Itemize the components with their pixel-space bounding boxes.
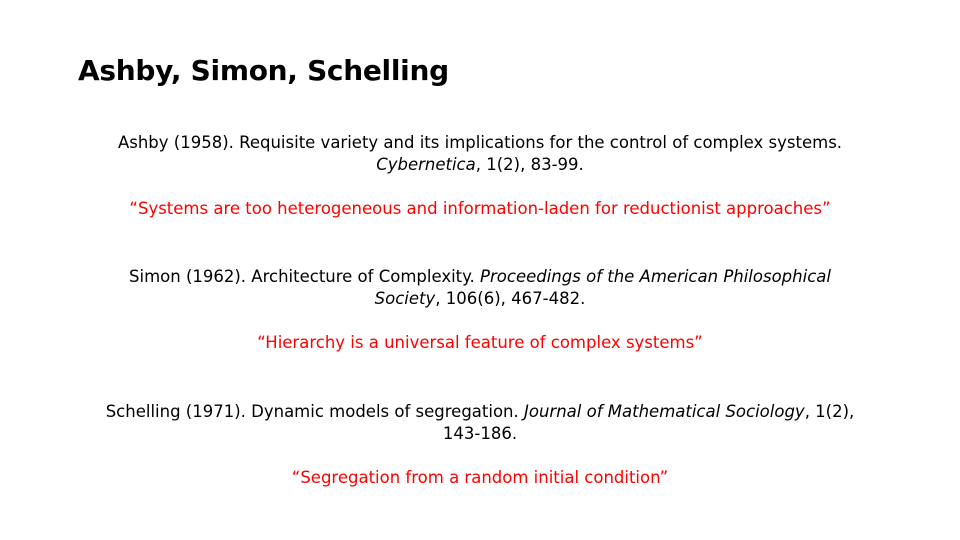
- citation-details: , 1(2), 83-99.: [475, 155, 584, 174]
- quote: “Segregation from a random initial condi…: [291, 468, 669, 487]
- citation-text: Schelling (1971). Dynamic models of segr…: [105, 402, 519, 421]
- citation: Schelling (1971). Dynamic models of segr…: [100, 401, 860, 445]
- quote: “Hierarchy is a universal feature of com…: [257, 333, 703, 352]
- journal-name: Journal of Mathematical Sociology: [524, 402, 805, 421]
- citation: Simon (1962). Architecture of Complexity…: [100, 266, 860, 310]
- slide-title: Ashby, Simon, Schelling: [78, 54, 449, 87]
- reference-ashby: Ashby (1958). Requisite variety and its …: [100, 132, 860, 220]
- journal-name: Cybernetica: [376, 155, 476, 174]
- reference-simon: Simon (1962). Architecture of Complexity…: [100, 266, 860, 354]
- slide: Ashby, Simon, Schelling Ashby (1958). Re…: [0, 0, 960, 540]
- citation-text: Ashby (1958). Requisite variety and its …: [117, 133, 843, 152]
- citation-details: , 106(6), 467-482.: [435, 289, 586, 308]
- reference-schelling: Schelling (1971). Dynamic models of segr…: [100, 401, 860, 489]
- citation-text: Simon (1962). Architecture of Complexity…: [129, 267, 475, 286]
- quote: “Systems are too heterogeneous and infor…: [129, 199, 831, 218]
- citation: Ashby (1958). Requisite variety and its …: [100, 132, 860, 176]
